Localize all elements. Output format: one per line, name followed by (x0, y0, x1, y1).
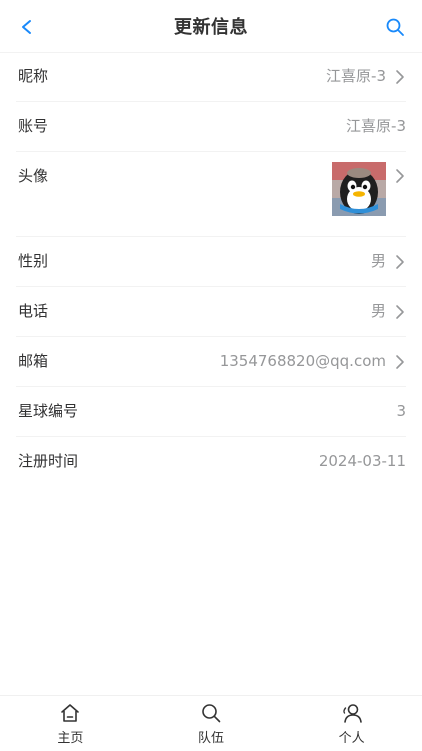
cell-planet-id: 星球编号 3 (16, 387, 406, 437)
tabbar: 主页 队伍 个人 (0, 695, 422, 751)
cell-value: 2024-03-11 (318, 452, 406, 470)
info-list: 昵称 江喜原-3 账号 江喜原-3 头像 性别 男 电话 男 邮箱 135476… (0, 52, 422, 486)
search-icon (386, 18, 404, 36)
cell-account: 账号 江喜原-3 (16, 102, 406, 152)
tab-profile[interactable]: 个人 (281, 696, 422, 751)
cell-label: 头像 (18, 167, 49, 185)
cell-value: 3 (396, 402, 406, 420)
cell-phone[interactable]: 电话 男 (16, 287, 406, 337)
cell-email[interactable]: 邮箱 1354768820@qq.com (16, 337, 406, 387)
cell-gender[interactable]: 性别 男 (16, 237, 406, 287)
cell-label: 账号 (18, 117, 49, 135)
cell-value: 男 (370, 252, 386, 270)
tab-home[interactable]: 主页 (0, 696, 141, 751)
chevron-right-icon (392, 69, 408, 85)
cell-label: 注册时间 (18, 452, 79, 470)
home-icon (58, 701, 82, 725)
update-info-page: 更新信息 昵称 江喜原-3 账号 江喜原-3 头像 性别 男 电话 男 邮箱 1… (0, 0, 422, 751)
tab-label: 主页 (57, 731, 84, 746)
cell-value: 1354768820@qq.com (219, 352, 386, 370)
search-button[interactable] (382, 14, 408, 40)
tab-label: 个人 (338, 731, 365, 746)
cell-register-time: 注册时间 2024-03-11 (16, 437, 406, 486)
cell-label: 邮箱 (18, 352, 49, 370)
page-title: 更新信息 (174, 17, 248, 38)
chevron-right-icon (392, 354, 408, 370)
cell-nickname[interactable]: 昵称 江喜原-3 (16, 52, 406, 102)
search-icon (199, 701, 223, 725)
tab-label: 队伍 (198, 731, 225, 746)
cell-value: 男 (370, 302, 386, 320)
cell-label: 星球编号 (18, 402, 79, 420)
tab-team[interactable]: 队伍 (141, 696, 282, 751)
avatar[interactable] (332, 162, 386, 216)
cell-value: 江喜原-3 (346, 117, 406, 135)
nav-bar: 更新信息 (0, 0, 422, 53)
chevron-right-icon (392, 168, 408, 184)
cell-label: 昵称 (18, 67, 49, 85)
cell-label: 性别 (18, 252, 49, 270)
chevron-right-icon (392, 304, 408, 320)
chevron-right-icon (392, 254, 408, 270)
chevron-left-icon (22, 20, 31, 34)
back-button[interactable] (14, 14, 40, 40)
cell-value: 江喜原-3 (326, 67, 386, 85)
cell-avatar[interactable]: 头像 (16, 152, 406, 237)
cell-label: 电话 (18, 302, 49, 320)
user-icon (340, 701, 364, 725)
